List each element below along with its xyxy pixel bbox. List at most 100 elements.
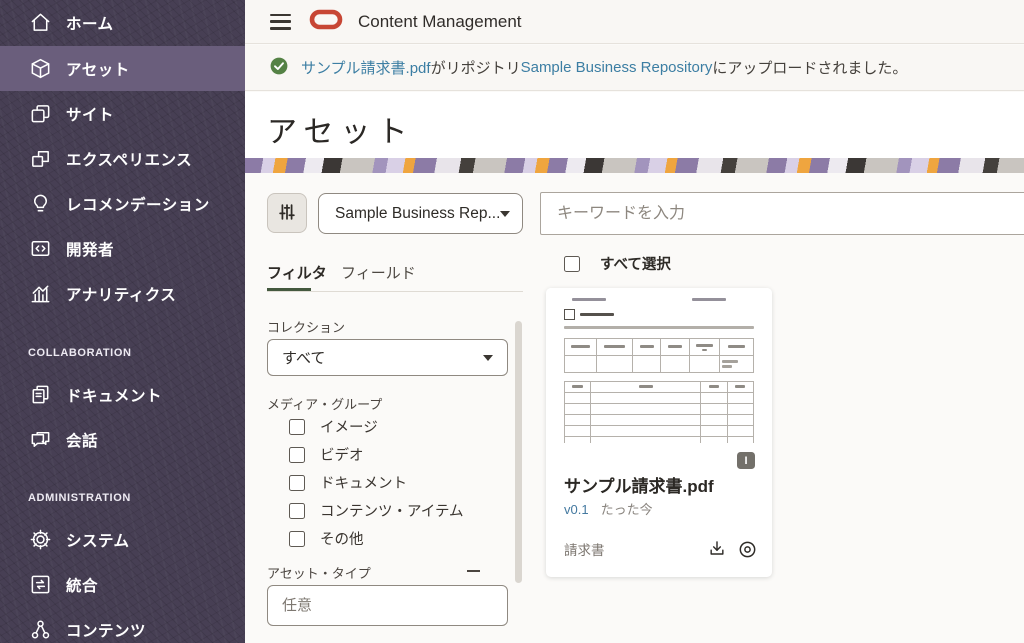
page-title: アセット (267, 107, 414, 151)
sidebar-item-documents[interactable]: ドキュメント (0, 372, 245, 417)
tab-fields[interactable]: フィールド (341, 262, 416, 283)
experiences-icon (28, 147, 52, 171)
sidebar-item-analytics[interactable]: アナリティクス (0, 271, 245, 316)
sidebar-item-experiences[interactable]: エクスペリエンス (0, 136, 245, 181)
checkbox-content-item[interactable] (289, 503, 305, 519)
sidebar-item-integration[interactable]: 統合 (0, 562, 245, 607)
notification-banner: サンプル請求書.pdfがリポジトリSample Business Reposit… (245, 45, 1024, 91)
success-check-icon (270, 57, 288, 79)
checkbox-image[interactable] (289, 419, 305, 435)
sites-icon (28, 102, 52, 126)
sidebar-item-content[interactable]: コンテンツ (0, 607, 245, 643)
asset-card[interactable]: I サンプル請求書.pdf v0.1 たった今 請求書 (546, 288, 772, 577)
collection-dropdown-value: すべて (282, 347, 325, 368)
keyword-search-input[interactable] (541, 193, 1024, 234)
sidebar-item-assets[interactable]: アセット (0, 46, 245, 91)
collection-label: コレクション (267, 317, 345, 336)
top-bar: Content Management (245, 0, 1024, 44)
sidebar-item-developer[interactable]: 開発者 (0, 226, 245, 271)
asset-version-link[interactable]: v0.1 (564, 502, 589, 517)
asset-tag: 請求書 (564, 539, 605, 559)
repository-link[interactable]: Sample Business Repository (521, 59, 713, 76)
repository-selector-value: Sample Business Rep... (335, 205, 500, 223)
sidebar-section-collaboration: COLLABORATION (28, 347, 132, 359)
preview-eye-icon[interactable] (736, 538, 758, 560)
sidebar-item-conversations[interactable]: 会話 (0, 417, 245, 462)
integration-icon (28, 573, 52, 597)
sidebar-item-label: レコメンデーション (66, 193, 210, 215)
select-all-checkbox[interactable] (564, 256, 580, 272)
sidebar-item-system[interactable]: システム (0, 517, 245, 562)
keyword-search (540, 192, 1024, 235)
sidebar-item-label: 開発者 (66, 238, 114, 260)
analytics-icon (28, 282, 52, 306)
developer-icon (28, 237, 52, 261)
chat-icon (28, 428, 52, 452)
asset-type-input[interactable] (268, 586, 507, 625)
repository-selector[interactable]: Sample Business Rep... (318, 193, 523, 234)
checkbox-label: その他 (320, 528, 364, 549)
download-icon[interactable] (706, 538, 728, 560)
checkbox-label: ビデオ (320, 444, 364, 465)
sidebar-item-sites[interactable]: サイト (0, 91, 245, 136)
sidebar-item-label: ホーム (66, 12, 114, 34)
media-option-row: その他 (289, 528, 364, 549)
sliders-icon (276, 201, 298, 226)
sidebar: ホーム アセット サイト エクスペリエンス レコメンデーション 開発者 (0, 0, 245, 643)
documents-icon (28, 383, 52, 407)
sidebar-item-label: コンテンツ (66, 619, 146, 641)
select-all-label: すべて選択 (600, 253, 671, 274)
asset-meta: v0.1 たった今 (564, 499, 653, 518)
lightbulb-icon (28, 192, 52, 216)
sidebar-section-administration: ADMINISTRATION (28, 492, 131, 504)
tab-filter[interactable]: フィルタ (267, 262, 327, 283)
asset-title: サンプル請求書.pdf (564, 472, 714, 497)
filter-panel-scrollbar[interactable] (515, 321, 522, 583)
asset-kind-badge: I (737, 452, 755, 469)
media-option-row: コンテンツ・アイテム (289, 500, 464, 521)
uploaded-file-link[interactable]: サンプル請求書.pdf (301, 57, 431, 78)
checkbox-video[interactable] (289, 447, 305, 463)
assets-cube-icon (28, 57, 52, 81)
sidebar-item-label: 統合 (66, 574, 98, 596)
media-option-row: ビデオ (289, 444, 364, 465)
app-title: Content Management (358, 12, 522, 32)
page-title-zone: アセット (245, 92, 1024, 158)
filter-toggle-button[interactable] (267, 193, 307, 233)
checkbox-other[interactable] (289, 531, 305, 547)
media-group-label: メディア・グループ (267, 394, 382, 413)
tab-divider (267, 291, 523, 292)
chevron-down-icon (500, 211, 510, 217)
share-nodes-icon (28, 618, 52, 642)
hamburger-menu-icon[interactable] (270, 14, 291, 30)
sidebar-item-label: システム (66, 529, 130, 551)
select-all-row: すべて選択 (564, 253, 671, 274)
sidebar-item-label: エクスペリエンス (66, 148, 192, 170)
checkbox-label: ドキュメント (320, 472, 407, 493)
sidebar-item-label: 会話 (66, 429, 98, 451)
asset-card-footer: 請求書 (564, 538, 758, 560)
asset-thumbnail (546, 288, 772, 443)
home-icon (28, 11, 52, 35)
asset-type-label: アセット・タイプ (267, 563, 371, 582)
chevron-down-icon (483, 355, 493, 361)
checkbox-label: イメージ (320, 416, 378, 437)
media-option-row: イメージ (289, 416, 378, 437)
notification-text: がリポジトリ (431, 57, 521, 78)
sidebar-item-home[interactable]: ホーム (0, 0, 245, 45)
sidebar-item-label: アセット (66, 58, 130, 80)
content-area: Sample Business Rep... フィルタ フィールド コレクション… (245, 173, 1024, 643)
main-area: Content Management サンプル請求書.pdfがリポジトリSamp… (245, 0, 1024, 643)
sidebar-item-label: サイト (66, 103, 114, 125)
decorative-banner (245, 158, 1024, 173)
collapse-section-icon[interactable] (467, 570, 480, 572)
sidebar-item-label: ドキュメント (66, 384, 162, 406)
collection-dropdown[interactable]: すべて (267, 339, 508, 376)
sidebar-item-recommendations[interactable]: レコメンデーション (0, 181, 245, 226)
checkbox-label: コンテンツ・アイテム (320, 500, 464, 521)
sidebar-item-label: アナリティクス (66, 283, 176, 305)
oracle-logo-icon (309, 9, 343, 35)
checkbox-document[interactable] (289, 475, 305, 491)
asset-modified-time: たった今 (601, 502, 653, 517)
media-option-row: ドキュメント (289, 472, 407, 493)
